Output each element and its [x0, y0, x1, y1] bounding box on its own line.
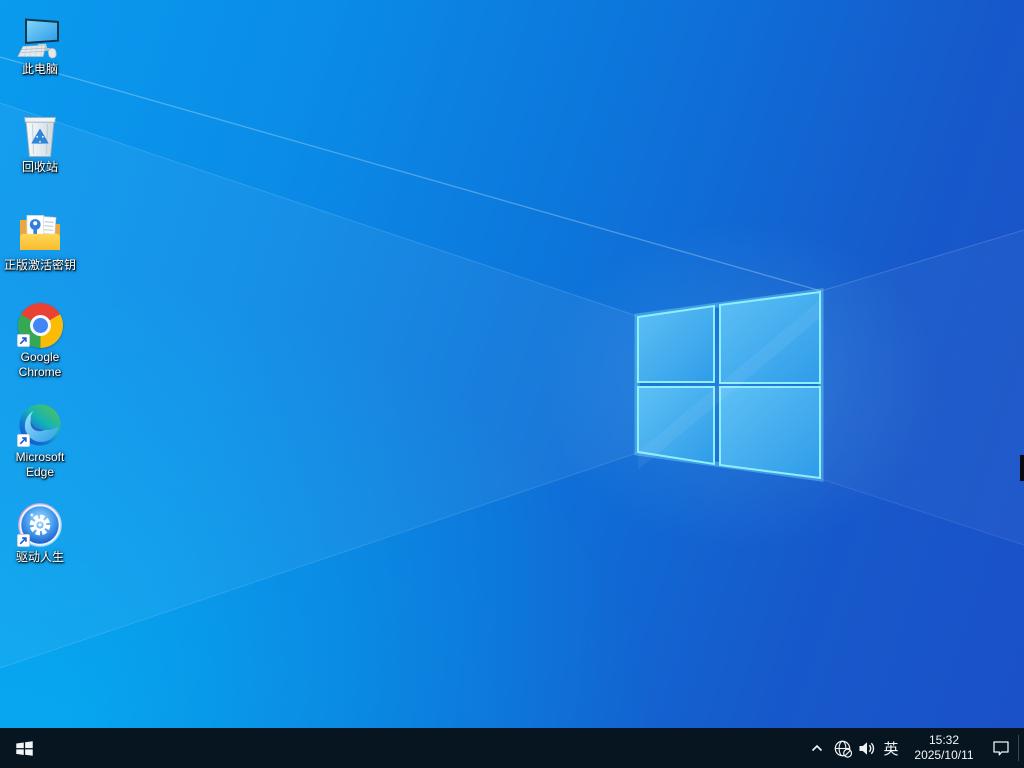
icon-label: Microsoft Edge: [15, 450, 65, 479]
desktop-icon-google-chrome[interactable]: Google Chrome: [1, 296, 79, 396]
icon-label: 回收站: [21, 160, 58, 174]
shortcut-arrow-icon: [17, 534, 30, 547]
desktop-icon-grid: 此电脑 回收站 正版激活密钥 Google Chrome Microsoft E…: [1, 8, 79, 594]
clock-time: 15:32: [928, 733, 960, 747]
desktop-icon-recycle-bin[interactable]: 回收站: [1, 106, 79, 204]
system-tray: 英 15:32 2025/10/11: [804, 728, 1024, 768]
network-status-button[interactable]: [830, 728, 854, 768]
folder-with-key-document-icon: [16, 210, 64, 256]
input-language-indicator[interactable]: 英: [878, 728, 904, 768]
notification-bubble-icon: [993, 741, 1009, 756]
windows-flag-icon: [15, 740, 33, 756]
clock[interactable]: 15:32 2025/10/11: [904, 733, 984, 763]
icon-label: 正版激活密钥: [3, 258, 76, 272]
tray-expand-button[interactable]: [804, 728, 830, 768]
desktop-icon-driver-life[interactable]: 驱动人生: [1, 496, 79, 594]
icon-label: Google Chrome: [18, 350, 62, 379]
taskbar: 英 15:32 2025/10/11: [0, 728, 1024, 768]
volume-button[interactable]: [854, 728, 878, 768]
icon-label: 此电脑: [21, 62, 58, 76]
blue-gear-badge-icon: [16, 502, 64, 548]
desktop[interactable]: 此电脑 回收站 正版激活密钥 Google Chrome Microsoft E…: [0, 0, 1024, 768]
shortcut-arrow-icon: [17, 334, 30, 347]
desktop-icon-this-pc[interactable]: 此电脑: [1, 8, 79, 106]
start-button[interactable]: [0, 728, 48, 768]
globe-no-internet-icon: [834, 740, 852, 758]
monitor-keyboard-icon: [16, 14, 64, 60]
wallpaper-windows-logo: [0, 56, 1024, 669]
chrome-blue-center: [32, 317, 48, 333]
action-center-button[interactable]: [984, 728, 1018, 768]
recycle-bin-icon: [16, 112, 64, 158]
desktop-icon-activation-key-folder[interactable]: 正版激活密钥: [1, 204, 79, 296]
speaker-icon: [859, 741, 874, 755]
screen-edge-artifact: [1020, 455, 1024, 481]
shortcut-arrow-icon: [17, 434, 30, 447]
show-desktop-button[interactable]: [1019, 728, 1024, 768]
chevron-up-icon: [811, 744, 823, 752]
edge-logo-icon: [16, 402, 64, 448]
chrome-logo-icon: [16, 302, 64, 348]
icon-label: 驱动人生: [15, 550, 64, 564]
desktop-icon-microsoft-edge[interactable]: Microsoft Edge: [1, 396, 79, 496]
clock-date: 2025/10/11: [914, 748, 974, 762]
